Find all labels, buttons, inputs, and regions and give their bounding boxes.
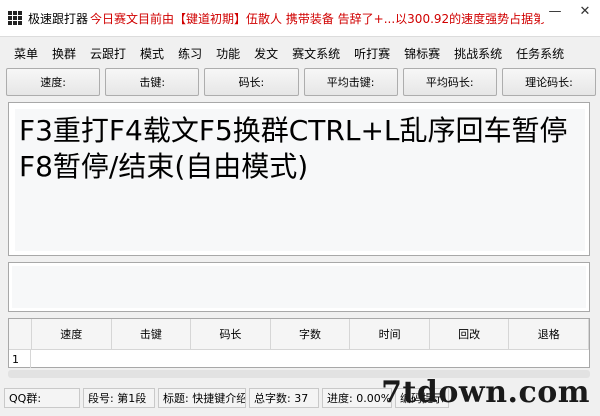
menu-item-challenge[interactable]: 挑战系统 (454, 45, 502, 62)
menu-item-switch-group[interactable]: 换群 (52, 45, 76, 62)
theory-code-length-button[interactable]: 理论码长: (501, 68, 597, 96)
code-length-button[interactable]: 码长: (204, 68, 299, 96)
menu-item-features[interactable]: 功能 (216, 45, 240, 62)
menu-item-cloud-typing[interactable]: 云跟打 (90, 45, 126, 62)
title-bar: 极速跟打器 今日赛文目前由【键道初期】伍散人 携带装备 告辞了+...以300.… (0, 0, 600, 37)
segment-status: 段号: 第1段 (83, 388, 155, 408)
stats-bar: 速度: 击键: 码长: 平均击键: 平均码长: 理论码长: (6, 68, 597, 96)
marquee-highlight: 【键道初期】 (174, 11, 247, 26)
header-corner (9, 319, 32, 349)
keystroke-button[interactable]: 击键: (105, 68, 200, 96)
col-char-count[interactable]: 字数 (271, 319, 351, 349)
menu-item-practice[interactable]: 练习 (178, 45, 202, 62)
minimize-button[interactable]: — (540, 0, 570, 22)
results-table: 速度 击键 码长 字数 时间 回改 退格 1 (8, 318, 590, 368)
col-time[interactable]: 时间 (350, 319, 430, 349)
article-display[interactable]: F3重打F4载文F5换群CTRL+L乱序回车暂停F8暂停/结束(自由模式) (15, 109, 585, 251)
close-button[interactable]: ✕ (570, 0, 600, 22)
avg-keystroke-button[interactable]: 平均击键: (303, 68, 398, 96)
menu-item-listen-race[interactable]: 听打赛 (354, 45, 390, 62)
window-controls: — ✕ (540, 0, 600, 22)
results-header: 速度 击键 码长 字数 时间 回改 退格 (9, 319, 590, 350)
article-panel: F3重打F4载文F5换群CTRL+L乱序回车暂停F8暂停/结束(自由模式) (8, 102, 590, 256)
marquee-prefix: 今日赛文目前由 (90, 11, 175, 26)
typing-panel (8, 262, 590, 312)
menu-item-menu[interactable]: 菜单 (14, 45, 38, 62)
marquee-rest: 伍散人 携带装备 告辞了+...以300.92的速度强势占据第 (246, 11, 546, 26)
col-keystroke[interactable]: 击键 (112, 319, 192, 349)
watermark-logo: 7tdown.com (381, 375, 590, 410)
app-grid-icon (8, 11, 22, 25)
speed-button[interactable]: 速度: (6, 68, 101, 96)
avg-code-length-button[interactable]: 平均码长: (402, 68, 497, 96)
menu-bar: 菜单 换群 云跟打 模式 练习 功能 发文 赛文系统 听打赛 锦标赛 挑战系统 … (0, 42, 578, 64)
menu-item-championship[interactable]: 锦标赛 (404, 45, 440, 62)
qq-group-status: QQ群: (4, 388, 80, 408)
col-speed[interactable]: 速度 (32, 319, 112, 349)
menu-item-tasks[interactable]: 任务系统 (516, 45, 564, 62)
row-number: 1 (9, 350, 31, 368)
article-text: F3重打F4载文F5换群CTRL+L乱序回车暂停F8暂停/结束(自由模式) (19, 114, 568, 183)
total-chars-status: 总字数: 37 (249, 388, 319, 408)
table-row[interactable]: 1 (9, 350, 589, 368)
menu-item-race-system[interactable]: 赛文系统 (292, 45, 340, 62)
col-corrections[interactable]: 回改 (430, 319, 510, 349)
menu-item-mode[interactable]: 模式 (140, 45, 164, 62)
menu-item-send-text[interactable]: 发文 (254, 45, 278, 62)
title-status: 标题: 快捷键介绍 (158, 388, 246, 408)
news-marquee: 今日赛文目前由【键道初期】伍散人 携带装备 告辞了+...以300.92的速度强… (90, 10, 545, 27)
typing-input[interactable] (12, 266, 586, 308)
col-code-length[interactable]: 码长 (191, 319, 271, 349)
col-backspace[interactable]: 退格 (509, 319, 590, 349)
window-title: 极速跟打器 (28, 11, 89, 26)
